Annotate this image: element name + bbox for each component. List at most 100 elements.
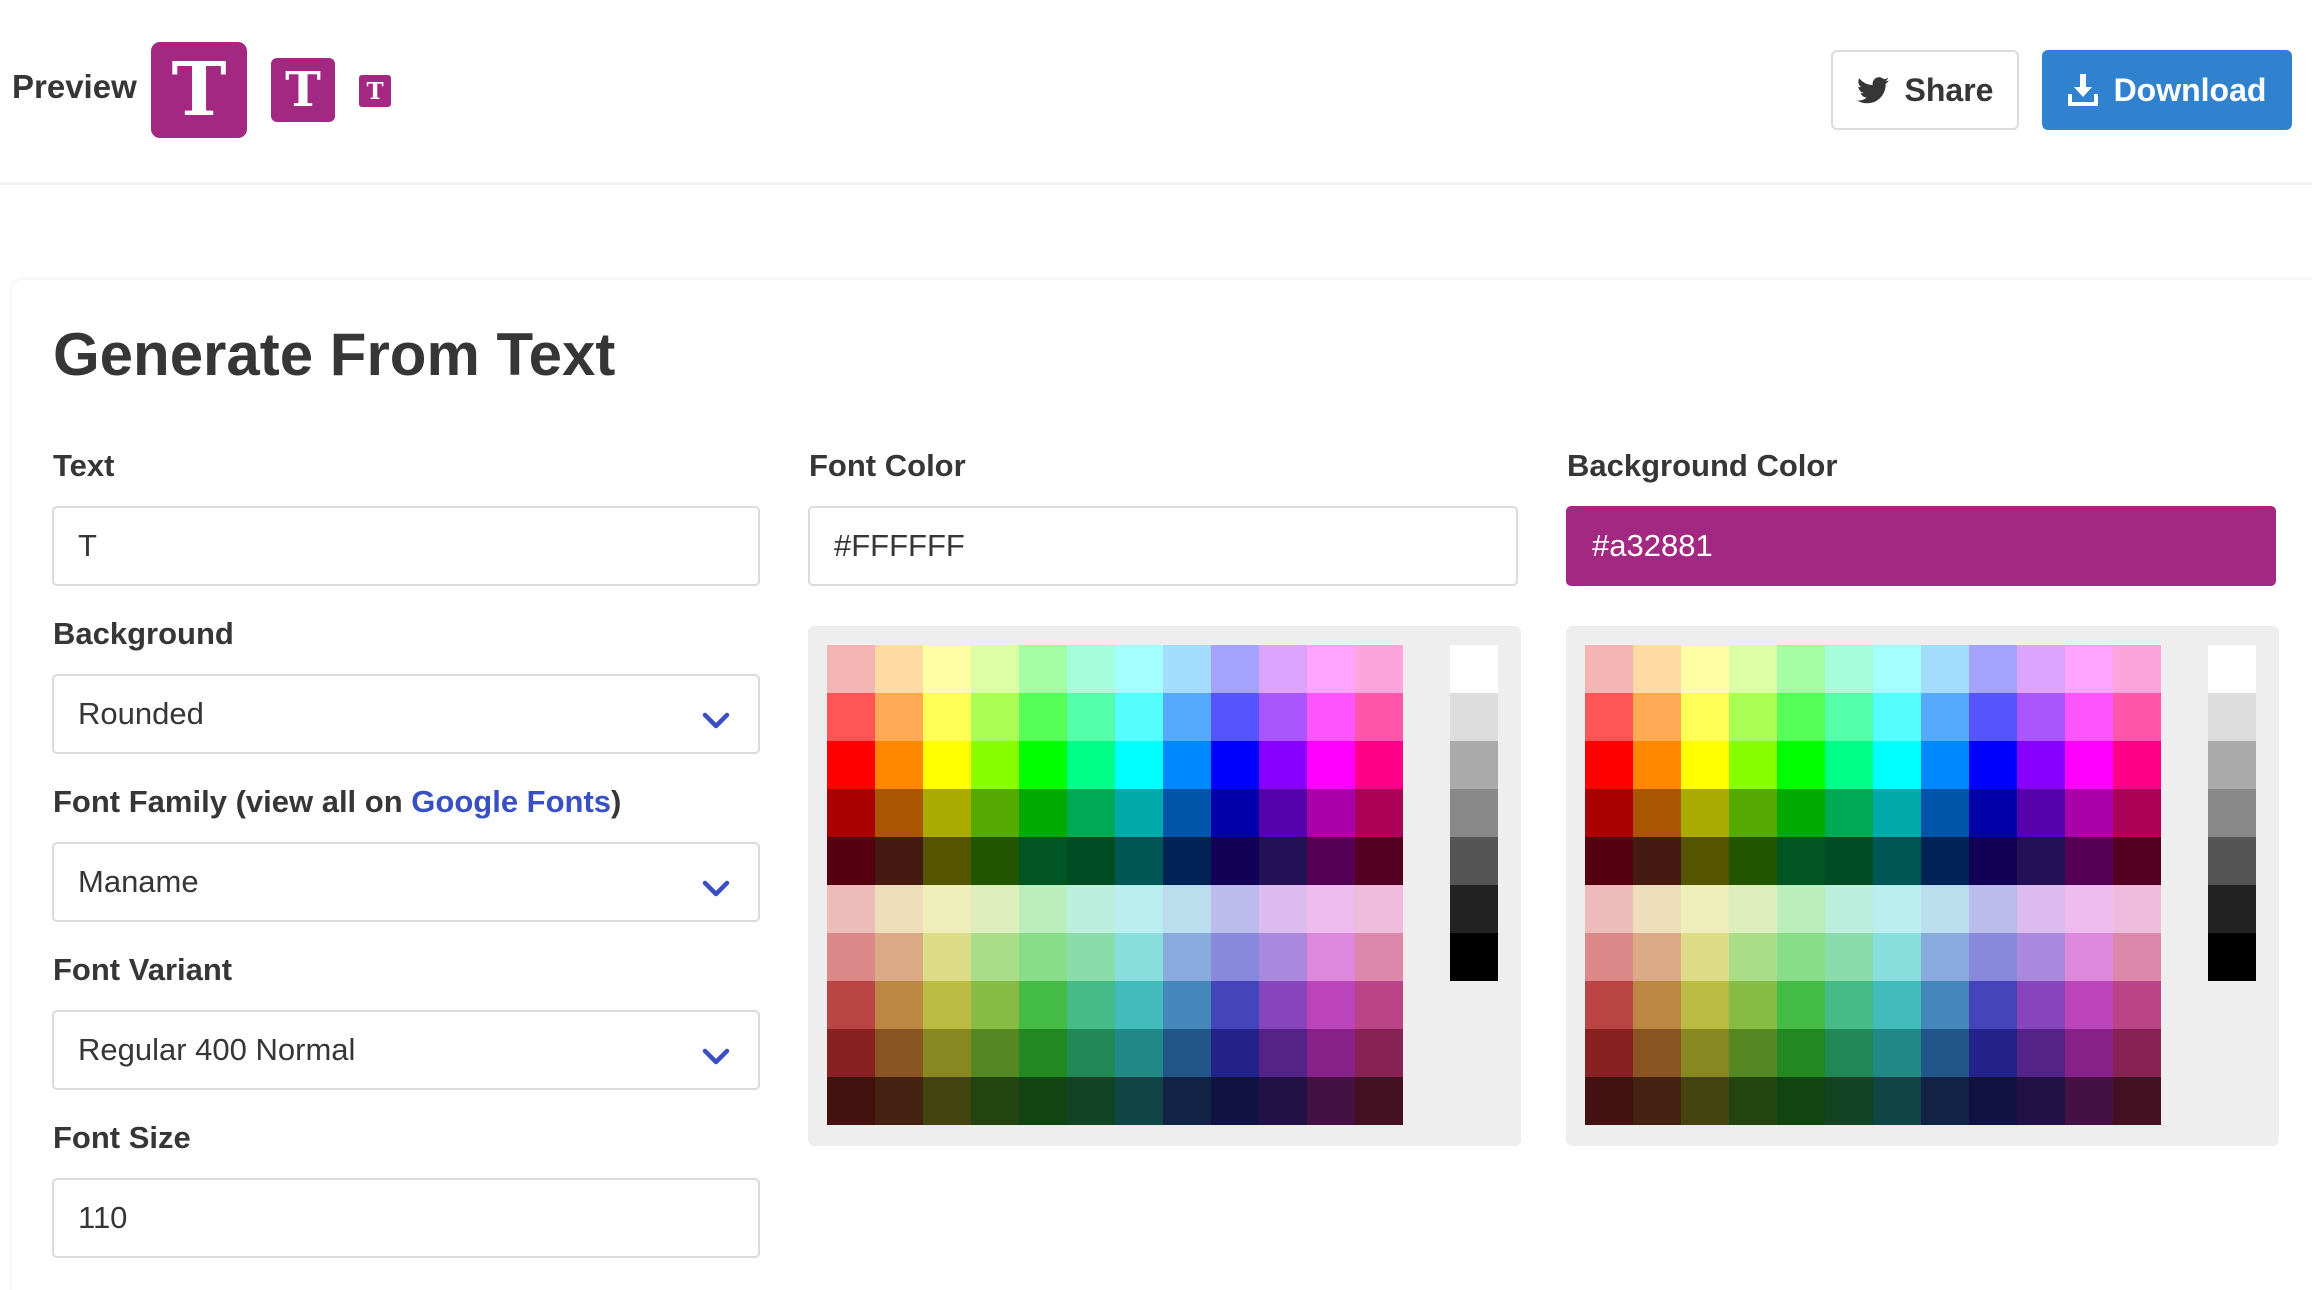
color-swatch[interactable] bbox=[1681, 933, 1729, 981]
color-swatch[interactable] bbox=[1921, 837, 1969, 885]
color-swatch[interactable] bbox=[923, 933, 971, 981]
color-swatch[interactable] bbox=[2065, 741, 2113, 789]
color-swatch[interactable] bbox=[1873, 1029, 1921, 1077]
color-swatch[interactable] bbox=[1211, 885, 1259, 933]
color-swatch[interactable] bbox=[1633, 741, 1681, 789]
color-swatch[interactable] bbox=[1307, 981, 1355, 1029]
gray-swatch[interactable] bbox=[1450, 837, 1498, 885]
color-swatch[interactable] bbox=[2065, 693, 2113, 741]
color-swatch[interactable] bbox=[1307, 741, 1355, 789]
color-swatch[interactable] bbox=[1825, 1077, 1873, 1125]
color-swatch[interactable] bbox=[1307, 1077, 1355, 1125]
color-swatch[interactable] bbox=[2065, 1029, 2113, 1077]
color-swatch[interactable] bbox=[1259, 1077, 1307, 1125]
color-swatch[interactable] bbox=[1115, 693, 1163, 741]
color-swatch[interactable] bbox=[1259, 1029, 1307, 1077]
gray-swatch[interactable] bbox=[2208, 885, 2256, 933]
color-swatch[interactable] bbox=[1019, 741, 1067, 789]
color-swatch[interactable] bbox=[2065, 933, 2113, 981]
color-swatch[interactable] bbox=[1307, 693, 1355, 741]
color-swatch[interactable] bbox=[1115, 981, 1163, 1029]
color-swatch[interactable] bbox=[2017, 741, 2065, 789]
color-swatch[interactable] bbox=[1115, 933, 1163, 981]
color-swatch[interactable] bbox=[1777, 933, 1825, 981]
color-swatch[interactable] bbox=[1681, 981, 1729, 1029]
color-swatch[interactable] bbox=[1729, 645, 1777, 693]
color-swatch[interactable] bbox=[1681, 885, 1729, 933]
color-swatch[interactable] bbox=[1777, 981, 1825, 1029]
share-button[interactable]: Share bbox=[1831, 50, 2019, 130]
color-swatch[interactable] bbox=[1729, 741, 1777, 789]
color-swatch[interactable] bbox=[1729, 1077, 1777, 1125]
color-swatch[interactable] bbox=[1921, 1029, 1969, 1077]
color-swatch[interactable] bbox=[1211, 837, 1259, 885]
color-swatch[interactable] bbox=[1115, 741, 1163, 789]
color-swatch[interactable] bbox=[1777, 1077, 1825, 1125]
color-swatch[interactable] bbox=[1969, 741, 2017, 789]
color-swatch[interactable] bbox=[827, 741, 875, 789]
color-swatch[interactable] bbox=[1307, 933, 1355, 981]
color-swatch[interactable] bbox=[1873, 645, 1921, 693]
color-swatch[interactable] bbox=[1873, 1077, 1921, 1125]
color-swatch[interactable] bbox=[1681, 693, 1729, 741]
color-swatch[interactable] bbox=[1729, 1029, 1777, 1077]
color-swatch[interactable] bbox=[2113, 789, 2161, 837]
color-swatch[interactable] bbox=[1355, 789, 1403, 837]
color-swatch[interactable] bbox=[1355, 933, 1403, 981]
color-swatch[interactable] bbox=[1921, 885, 1969, 933]
color-swatch[interactable] bbox=[1633, 981, 1681, 1029]
color-swatch[interactable] bbox=[971, 693, 1019, 741]
color-swatch[interactable] bbox=[1355, 981, 1403, 1029]
color-swatch[interactable] bbox=[1777, 693, 1825, 741]
gray-swatch[interactable] bbox=[2208, 693, 2256, 741]
gray-swatch[interactable] bbox=[2208, 645, 2256, 693]
color-swatch[interactable] bbox=[1355, 1029, 1403, 1077]
color-swatch[interactable] bbox=[2113, 885, 2161, 933]
color-swatch[interactable] bbox=[2065, 1077, 2113, 1125]
color-swatch[interactable] bbox=[1633, 1029, 1681, 1077]
color-swatch[interactable] bbox=[1921, 693, 1969, 741]
gray-swatch[interactable] bbox=[1450, 645, 1498, 693]
color-swatch[interactable] bbox=[1211, 933, 1259, 981]
color-swatch[interactable] bbox=[1307, 645, 1355, 693]
gray-swatch[interactable] bbox=[1450, 741, 1498, 789]
color-swatch[interactable] bbox=[2065, 789, 2113, 837]
color-swatch[interactable] bbox=[1019, 837, 1067, 885]
color-swatch[interactable] bbox=[1163, 741, 1211, 789]
color-swatch[interactable] bbox=[1921, 741, 1969, 789]
color-swatch[interactable] bbox=[1969, 693, 2017, 741]
color-swatch[interactable] bbox=[923, 981, 971, 1029]
color-swatch[interactable] bbox=[1163, 981, 1211, 1029]
color-swatch[interactable] bbox=[1825, 981, 1873, 1029]
color-swatch[interactable] bbox=[1019, 981, 1067, 1029]
color-swatch[interactable] bbox=[1115, 1029, 1163, 1077]
color-swatch[interactable] bbox=[1825, 933, 1873, 981]
color-swatch[interactable] bbox=[1825, 837, 1873, 885]
color-swatch[interactable] bbox=[2017, 1077, 2065, 1125]
color-swatch[interactable] bbox=[1777, 789, 1825, 837]
color-swatch[interactable] bbox=[1115, 645, 1163, 693]
color-swatch[interactable] bbox=[875, 1077, 923, 1125]
color-swatch[interactable] bbox=[1681, 1077, 1729, 1125]
color-swatch[interactable] bbox=[1163, 693, 1211, 741]
color-swatch[interactable] bbox=[1115, 789, 1163, 837]
color-swatch[interactable] bbox=[1163, 885, 1211, 933]
color-swatch[interactable] bbox=[1211, 1029, 1259, 1077]
color-swatch[interactable] bbox=[1585, 981, 1633, 1029]
color-swatch[interactable] bbox=[1633, 645, 1681, 693]
color-swatch[interactable] bbox=[1355, 885, 1403, 933]
color-swatch[interactable] bbox=[1115, 837, 1163, 885]
color-swatch[interactable] bbox=[1873, 981, 1921, 1029]
color-swatch[interactable] bbox=[1585, 1029, 1633, 1077]
color-swatch[interactable] bbox=[1019, 693, 1067, 741]
color-swatch[interactable] bbox=[827, 981, 875, 1029]
color-swatch[interactable] bbox=[1777, 741, 1825, 789]
color-swatch[interactable] bbox=[1681, 741, 1729, 789]
color-swatch[interactable] bbox=[1633, 885, 1681, 933]
color-swatch[interactable] bbox=[1163, 645, 1211, 693]
color-swatch[interactable] bbox=[1067, 741, 1115, 789]
color-swatch[interactable] bbox=[2017, 885, 2065, 933]
color-swatch[interactable] bbox=[2113, 837, 2161, 885]
color-swatch[interactable] bbox=[2113, 933, 2161, 981]
color-swatch[interactable] bbox=[1825, 741, 1873, 789]
